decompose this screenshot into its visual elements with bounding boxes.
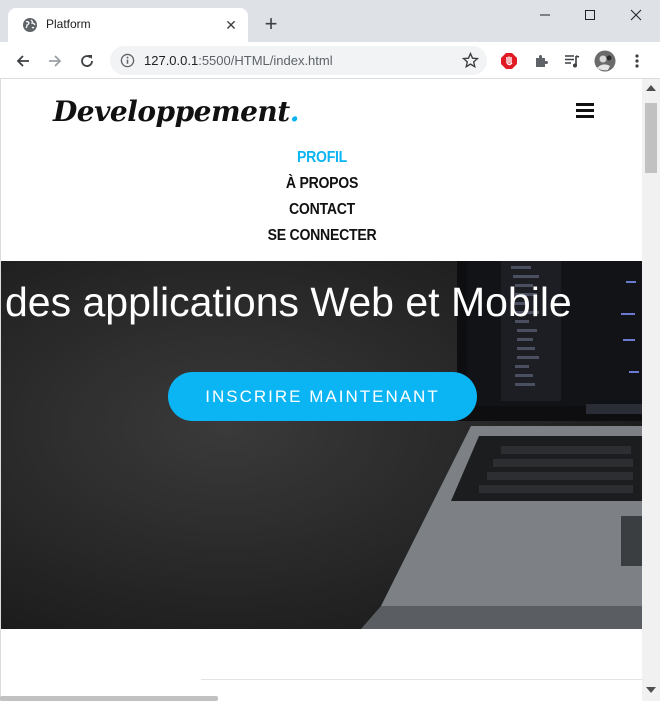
nav-item-se-connecter[interactable]: SE CONNECTER [40, 223, 605, 249]
close-tab-icon[interactable]: ✕ [222, 16, 240, 34]
info-icon[interactable] [120, 53, 135, 68]
bookmark-star-icon[interactable] [462, 52, 479, 69]
section-divider [201, 679, 642, 680]
site-logo[interactable]: Developpement. [53, 95, 299, 128]
url-text: 127.0.0.1:5500/HTML/index.html [144, 53, 333, 68]
maximize-icon[interactable] [575, 4, 605, 26]
address-bar[interactable]: 127.0.0.1:5500/HTML/index.html [110, 46, 487, 75]
close-window-icon[interactable] [621, 4, 651, 26]
vertical-scroll-thumb[interactable] [645, 103, 657, 173]
back-arrow-icon[interactable] [12, 50, 34, 72]
brand-dot: . [289, 95, 300, 128]
main-nav: PROFIL À PROPOS CONTACT SE CONNECTER [1, 145, 642, 249]
browser-tab[interactable]: Platform ✕ [8, 8, 248, 42]
more-menu-icon[interactable] [626, 50, 648, 72]
hamburger-menu-icon[interactable] [576, 103, 594, 118]
nav-item-a-propos[interactable]: À PROPOS [40, 171, 605, 197]
tab-title: Platform [46, 17, 91, 31]
forward-arrow-icon[interactable] [44, 50, 66, 72]
new-tab-icon[interactable]: + [260, 13, 282, 36]
page-viewport: Developpement. PROFIL À PROPOS CONTACT S… [0, 79, 642, 701]
brand-text: Developpement [53, 95, 290, 128]
hero-title: des applications Web et Mobile [5, 279, 572, 325]
adblock-extension-icon[interactable] [498, 50, 520, 72]
hero-section: des applications Web et Mobile INSCRIRE … [1, 261, 642, 629]
profile-avatar[interactable] [594, 50, 616, 72]
extensions-puzzle-icon[interactable] [530, 50, 552, 72]
vertical-scrollbar[interactable] [642, 79, 660, 701]
minimize-icon[interactable] [530, 4, 560, 26]
url-host: 127.0.0.1 [144, 53, 199, 68]
nav-item-contact[interactable]: CONTACT [40, 197, 605, 223]
scroll-down-arrow-icon[interactable] [646, 687, 656, 693]
scroll-up-arrow-icon[interactable] [646, 85, 656, 91]
tab-strip: Platform ✕ + [0, 0, 660, 42]
nav-item-profil[interactable]: PROFIL [40, 145, 605, 171]
horizontal-scroll-thumb[interactable] [0, 696, 218, 701]
url-path: :5500/HTML/index.html [198, 53, 333, 68]
register-now-button[interactable]: INSCRIRE MAINTENANT [168, 372, 477, 421]
globe-icon [23, 18, 37, 32]
reload-icon[interactable] [76, 50, 98, 72]
media-playlist-icon[interactable] [561, 50, 583, 72]
browser-toolbar: 127.0.0.1:5500/HTML/index.html [0, 42, 660, 79]
